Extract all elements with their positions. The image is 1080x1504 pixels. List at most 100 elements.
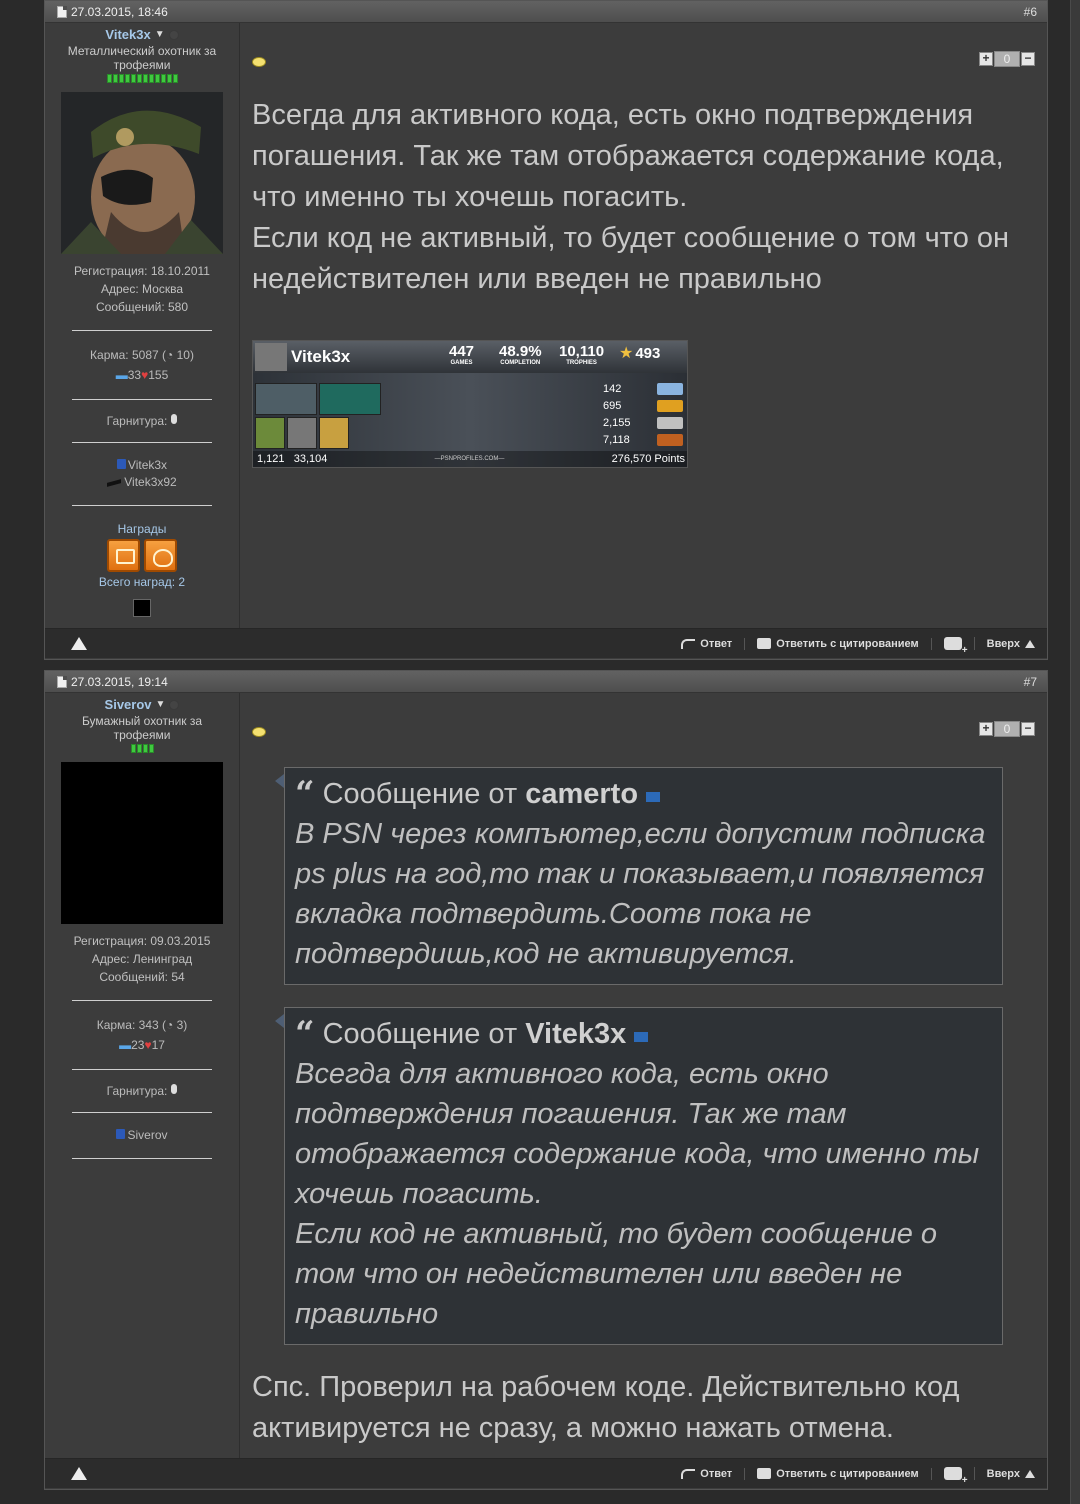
reply-button[interactable]: Ответ: [669, 1467, 746, 1480]
award-comment-icon[interactable]: [107, 539, 140, 572]
post-number-link[interactable]: #7: [1024, 675, 1037, 689]
quote-block: “ Сообщение от Vitek3x Всегда для активн…: [275, 1007, 1003, 1345]
reply-label: Ответ: [700, 1467, 733, 1480]
warning-icon[interactable]: [71, 637, 87, 650]
xbl-id[interactable]: Vitek3x92: [124, 475, 176, 489]
divider: [72, 330, 212, 331]
document-icon: [57, 675, 67, 688]
divider: [72, 505, 212, 506]
card-games: 447 GAMES: [449, 343, 475, 366]
badge-icon: [133, 599, 151, 617]
psn-icon: [116, 459, 126, 469]
user-location: Адрес: Ленинград: [91, 952, 193, 966]
heart-icon: ♥: [144, 1038, 152, 1052]
vote-plus-button[interactable]: +: [979, 722, 993, 736]
headset-field: Гарнитура:: [45, 1084, 239, 1098]
reply-button[interactable]: Ответ: [669, 637, 746, 650]
multiquote-icon: [943, 637, 968, 656]
reply-quote-button[interactable]: Ответить с цитированием: [745, 637, 932, 650]
quote-text: В PSN через компъютер,если допустим подп…: [295, 818, 986, 970]
username-text[interactable]: Vitek3x: [105, 27, 150, 42]
user-location: Адрес: Москва: [101, 282, 183, 296]
vote-minus-button[interactable]: −: [1021, 52, 1035, 66]
post-actions: Ответ Ответить с цитированием Вверх: [669, 637, 1035, 656]
message-paragraph: Всегда для активного кода, есть окно под…: [252, 99, 1004, 213]
reply-icon: [681, 1468, 696, 1479]
dropdown-caret-icon[interactable]: ▼: [155, 29, 165, 40]
karma-count: 10): [176, 348, 194, 362]
username[interactable]: Vitek3x ▼: [45, 27, 239, 42]
post-actions: Ответ Ответить с цитированием Вверх: [669, 1467, 1035, 1486]
post-footer: Ответ Ответить с цитированием Вверх: [45, 1458, 1047, 1488]
card-bottom: 1,121 33,104 —PSNPROFILES.COM— 276,570 P…: [253, 451, 687, 467]
gamer-accounts: Siverov: [45, 1127, 239, 1144]
reputation-bar: [130, 744, 154, 753]
message-count: Сообщений: 580: [95, 300, 189, 314]
reply-icon: [681, 638, 696, 649]
avatar[interactable]: [61, 92, 223, 257]
quote-author: Vitek3x: [525, 1018, 627, 1050]
headset-label: Гарнитура:: [106, 414, 168, 428]
award-heart-icon[interactable]: [144, 539, 177, 572]
post-content: + 0 − “ Сообщение от camerto В PSN через…: [240, 693, 1047, 1458]
psn-id[interactable]: Vitek3x: [128, 458, 167, 472]
reputation-bar: [106, 74, 178, 83]
karma-count: 3): [176, 1018, 188, 1032]
karma-text: Карма: 343 (: [96, 1018, 166, 1032]
registration-date: Регистрация: 09.03.2015: [73, 934, 211, 948]
psn-id[interactable]: Siverov: [127, 1128, 167, 1142]
psn-icon: [116, 1129, 126, 1139]
dropdown-caret-icon[interactable]: ▼: [156, 699, 166, 710]
divider: [72, 399, 212, 400]
divider: [72, 442, 212, 443]
post-number-link[interactable]: #6: [1024, 5, 1037, 19]
divider: [72, 1069, 212, 1070]
bubble-icon: [252, 727, 266, 737]
userinfo: Vitek3x ▼ Металлический охотник за трофе…: [45, 23, 240, 628]
username-text[interactable]: Siverov: [105, 697, 152, 712]
warning-icon[interactable]: [71, 1467, 87, 1480]
card-name: Vitek3x: [291, 347, 351, 366]
karma-text: Карма: 5087 (: [90, 348, 167, 362]
card-level: ★ 493: [619, 344, 661, 363]
bubble-icon: [252, 57, 266, 67]
avatar[interactable]: [61, 762, 223, 924]
user-stats: Регистрация: 18.10.2011 Адрес: Москва Со…: [45, 262, 239, 316]
online-status-icon: [168, 29, 179, 40]
vote-plus-button[interactable]: +: [979, 52, 993, 66]
top-button[interactable]: Вверх: [975, 638, 1035, 650]
reply-label: Ответ: [700, 637, 733, 650]
awards-title[interactable]: Награды: [45, 522, 239, 536]
divider: [72, 1000, 212, 1001]
top-button[interactable]: Вверх: [975, 1468, 1035, 1480]
quote-prefix: Сообщение от: [322, 778, 518, 810]
divider: [72, 1158, 212, 1159]
multiquote-icon: [943, 1467, 968, 1486]
multiquote-button[interactable]: [932, 637, 975, 656]
quote-icon: [757, 1468, 772, 1479]
view-post-icon[interactable]: [646, 792, 661, 802]
multiquote-button[interactable]: [932, 1467, 975, 1486]
headset-label: Гарнитура:: [106, 1084, 168, 1098]
view-post-icon[interactable]: [634, 1032, 649, 1042]
post-7: 27.03.2015, 19:14 #7 Siverov ▼ Бумажный …: [44, 670, 1048, 1490]
card-completion: 48.9% COMPLETION: [499, 343, 542, 366]
userinfo: Siverov ▼ Бумажный охотник за трофеями Р…: [45, 693, 240, 1458]
card-trophies: 10,110 TROPHIES: [559, 343, 605, 366]
psn-profile-card[interactable]: Vitek3x 447 GAMES 48.9% COMPLETION 10,110 T…: [252, 340, 688, 468]
xbox-icon: [107, 478, 122, 487]
headset-field: Гарнитура:: [45, 414, 239, 428]
awards-total[interactable]: Всего наград: 2: [45, 575, 239, 589]
karma-block: Карма: 5087 (◔ 10) ▬33♥155: [45, 345, 239, 385]
quote-mark-icon: “: [295, 1014, 315, 1054]
registration-date: Регистрация: 18.10.2011: [74, 264, 210, 278]
card-avatar: [255, 343, 287, 371]
document-icon: [57, 5, 67, 18]
quote-text: Если код не активный, то будет сообщение…: [295, 1218, 938, 1330]
username[interactable]: Siverov ▼: [45, 697, 239, 712]
vote-control: + 0 −: [979, 51, 1035, 67]
vote-minus-button[interactable]: −: [1021, 722, 1035, 736]
reply-quote-button[interactable]: Ответить с цитированием: [745, 1467, 932, 1480]
user-title: Металлический охотник за трофеями: [67, 44, 217, 72]
user-title: Бумажный охотник за трофеями: [81, 714, 203, 742]
